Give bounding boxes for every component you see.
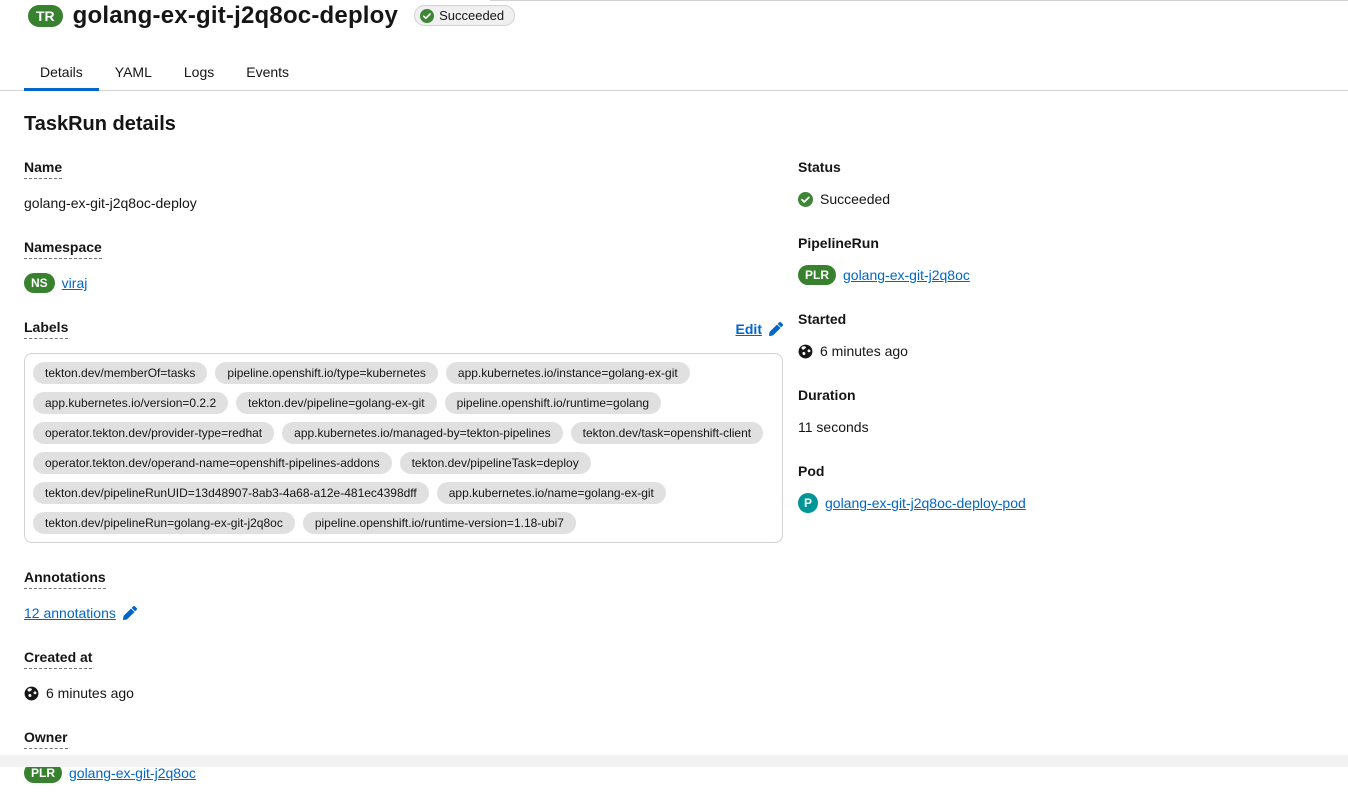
name-label: Name <box>24 159 63 179</box>
started-label: Started <box>798 311 847 327</box>
details-section: TaskRun details Name golang-ex-git-j2q8o… <box>0 91 1348 809</box>
edit-labels-button[interactable]: Edit <box>736 321 762 337</box>
details-grid: Name golang-ex-git-j2q8oc-deploy Namespa… <box>24 159 1324 809</box>
label-chip: pipeline.openshift.io/type=kubernetes <box>215 362 438 384</box>
page-background-strip <box>0 755 1348 767</box>
status-badge-label: Succeeded <box>439 8 505 23</box>
label-chip: app.kubernetes.io/instance=golang-ex-git <box>445 362 690 384</box>
pod-resource-badge: P <box>798 493 818 513</box>
masthead-edge-line <box>490 0 1348 1</box>
field-started: Started 6 minutes ago <box>798 311 1324 361</box>
field-status: Status Succeeded <box>798 159 1324 209</box>
started-value: 6 minutes ago <box>820 343 908 359</box>
tab-events[interactable]: Events <box>230 55 305 90</box>
page-title: golang-ex-git-j2q8oc-deploy <box>72 1 399 29</box>
label-chip: tekton.dev/memberOf=tasks <box>33 362 208 384</box>
namespace-link[interactable]: viraj <box>62 273 88 293</box>
status-label: Status <box>798 159 841 175</box>
created-at-value: 6 minutes ago <box>46 685 134 701</box>
success-check-icon <box>798 191 813 207</box>
pod-label: Pod <box>798 463 825 479</box>
tab-yaml[interactable]: YAML <box>99 55 168 90</box>
tab-logs[interactable]: Logs <box>168 55 230 90</box>
pod-link[interactable]: golang-ex-git-j2q8oc-deploy-pod <box>825 493 1026 513</box>
label-chip: tekton.dev/pipelineRunUID=13d48907-8ab3-… <box>33 482 429 504</box>
label-chip: operator.tekton.dev/provider-type=redhat <box>33 422 275 444</box>
field-created-at: Created at 6 minutes ago <box>24 649 783 703</box>
pencil-icon[interactable] <box>122 606 137 620</box>
labels-label: Labels <box>24 319 69 339</box>
status-badge: Succeeded <box>414 5 516 26</box>
success-check-icon <box>420 8 435 23</box>
labels-group: tekton.dev/memberOf=tasks pipeline.opensh… <box>24 353 783 543</box>
tab-bar: Details YAML Logs Events <box>0 55 1348 91</box>
label-chip: app.kubernetes.io/version=0.2.2 <box>33 392 229 414</box>
label-chip: tekton.dev/pipelineRun=golang-ex-git-j2q… <box>33 512 295 534</box>
field-name: Name golang-ex-git-j2q8oc-deploy <box>24 159 783 213</box>
label-chip: tekton.dev/pipeline=golang-ex-git <box>236 392 437 414</box>
field-annotations: Annotations 12 annotations <box>24 569 783 623</box>
field-duration: Duration 11 seconds <box>798 387 1324 437</box>
taskrun-resource-badge: TR <box>28 4 63 27</box>
label-chip: pipeline.openshift.io/runtime=golang <box>444 392 662 414</box>
pipelinerun-link[interactable]: golang-ex-git-j2q8oc <box>843 265 970 285</box>
label-chip: tekton.dev/task=openshift-client <box>570 422 764 444</box>
label-chip: operator.tekton.dev/operand-name=openshi… <box>33 452 392 474</box>
field-pod: Pod P golang-ex-git-j2q8oc-deploy-pod <box>798 463 1324 513</box>
name-value: golang-ex-git-j2q8oc-deploy <box>24 195 197 211</box>
created-at-label: Created at <box>24 649 93 669</box>
pipelinerun-label: PipelineRun <box>798 235 879 251</box>
details-left-column: Name golang-ex-git-j2q8oc-deploy Namespa… <box>24 159 783 809</box>
label-chip: app.kubernetes.io/name=golang-ex-git <box>436 482 666 504</box>
namespace-label: Namespace <box>24 239 102 259</box>
details-right-column: Status Succeeded PipelineRun PLR golang-… <box>798 159 1324 809</box>
tab-details[interactable]: Details <box>24 55 99 91</box>
field-labels: Labels Edit tekton.dev/memberOf=tasks pip… <box>24 319 783 543</box>
duration-value: 11 seconds <box>798 419 869 435</box>
label-chip: app.kubernetes.io/managed-by=tekton-pipe… <box>282 422 563 444</box>
label-chip: tekton.dev/pipelineTask=deploy <box>399 452 591 474</box>
pipelinerun-resource-badge: PLR <box>798 265 836 285</box>
status-value: Succeeded <box>820 191 891 207</box>
section-title: TaskRun details <box>24 113 176 135</box>
pencil-icon[interactable] <box>769 322 783 336</box>
globe-icon <box>24 686 39 701</box>
annotations-link[interactable]: 12 annotations <box>24 603 116 623</box>
annotations-label: Annotations <box>24 569 106 589</box>
duration-label: Duration <box>798 387 856 403</box>
globe-icon <box>798 344 813 359</box>
namespace-resource-badge: NS <box>24 273 55 293</box>
page-header: TR golang-ex-git-j2q8oc-deploy Succeeded <box>0 0 1348 30</box>
owner-label: Owner <box>24 729 68 749</box>
field-namespace: Namespace NS viraj <box>24 239 783 293</box>
label-chip: pipeline.openshift.io/runtime-version=1.… <box>302 512 576 534</box>
field-pipelinerun: PipelineRun PLR golang-ex-git-j2q8oc <box>798 235 1324 285</box>
